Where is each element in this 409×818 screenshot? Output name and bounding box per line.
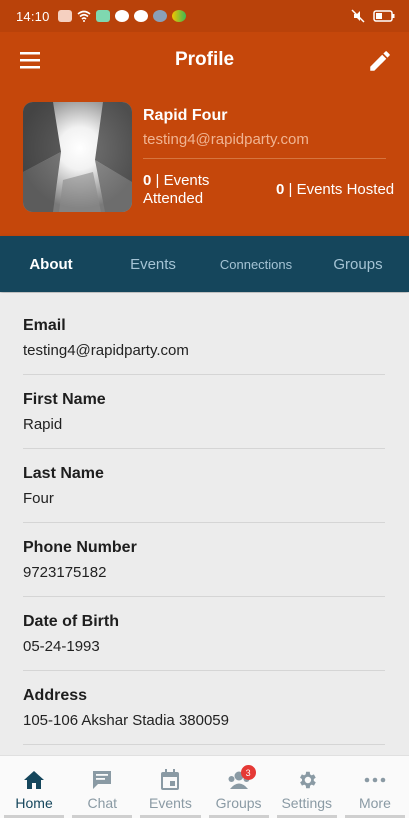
profile-header: Rapid Four testing4@rapidparty.com 0 | E… <box>0 88 409 236</box>
app-notification-icon <box>95 10 110 22</box>
nav-label: Groups <box>215 795 262 811</box>
field-label: First Name <box>23 391 106 408</box>
menu-button[interactable] <box>18 49 44 71</box>
battery-icon <box>373 10 395 22</box>
events-hosted-count: 0 <box>276 181 285 198</box>
events-attended-label: | Events Attended <box>143 172 210 207</box>
nav-chat[interactable]: Chat <box>68 756 136 818</box>
divider <box>23 744 385 745</box>
wifi-icon <box>77 10 91 22</box>
more-icon <box>363 768 387 792</box>
nav-label: Home <box>15 795 53 811</box>
events-hosted-label: | Events Hosted <box>288 181 395 198</box>
profile-name: Rapid Four <box>143 107 228 124</box>
field-value: Rapid <box>23 416 63 433</box>
field-label: Address <box>23 687 88 704</box>
nav-label: Settings <box>281 795 333 811</box>
pencil-icon <box>370 51 390 71</box>
mail-notification-icon <box>57 10 72 22</box>
field-phone-number: Phone Number 9723175182 <box>23 515 385 597</box>
field-date-of-birth: Date of Birth 05-24-1993 <box>23 589 385 671</box>
edit-button[interactable] <box>367 48 393 74</box>
gmail-icon <box>133 10 148 22</box>
nav-groups[interactable]: 3 Groups <box>205 756 273 818</box>
nav-label: More <box>358 795 391 811</box>
field-label: Email <box>23 317 66 334</box>
nav-label: Chat <box>87 795 118 811</box>
profile-email: testing4@rapidparty.com <box>143 131 309 148</box>
avatar[interactable] <box>23 102 132 212</box>
hamburger-icon <box>20 52 40 69</box>
profile-photo <box>23 102 132 212</box>
gear-icon <box>295 768 319 792</box>
field-last-name: Last Name Four <box>23 441 385 523</box>
nav-label: Events <box>149 795 192 811</box>
tab-events[interactable]: Events <box>110 236 196 292</box>
field-value: 05-24-1993 <box>23 638 100 655</box>
field-value: testing4@rapidparty.com <box>23 342 189 359</box>
field-email: Email testing4@rapidparty.com <box>23 293 385 375</box>
nav-settings[interactable]: Settings <box>273 756 341 818</box>
field-label: Phone Number <box>23 539 137 556</box>
photos-icon <box>171 10 186 22</box>
about-details: Email testing4@rapidparty.com First Name… <box>0 293 409 755</box>
field-label: Date of Birth <box>23 613 119 630</box>
nav-events[interactable]: Events <box>136 756 204 818</box>
field-value: 9723175182 <box>23 564 107 581</box>
status-bar: 14:10 <box>0 0 409 32</box>
chat-icon <box>90 768 114 792</box>
tab-connections[interactable]: Connections <box>208 236 304 292</box>
events-attended-stat: 0 | Events Attended <box>143 172 243 208</box>
events-attended-count: 0 <box>143 172 152 189</box>
nav-more[interactable]: More <box>341 756 409 818</box>
field-value: 105-106 Akshar Stadia 380059 <box>23 712 229 729</box>
mute-icon <box>351 9 365 23</box>
gmail-icon <box>114 10 129 22</box>
notification-badge: 3 <box>240 765 256 780</box>
profile-divider <box>143 158 386 159</box>
calendar-icon <box>158 768 182 792</box>
field-value: Four <box>23 490 54 507</box>
nav-home[interactable]: Home <box>0 756 68 818</box>
app-notification-icon <box>152 10 167 22</box>
notification-icons <box>57 10 186 22</box>
field-address: Address 105-106 Akshar Stadia 380059 <box>23 663 385 745</box>
field-label: Last Name <box>23 465 104 482</box>
tab-about[interactable]: About <box>8 236 94 292</box>
tab-groups[interactable]: Groups <box>316 236 400 292</box>
status-time: 14:10 <box>16 8 50 24</box>
bottom-navigation: Home Chat Events 3 Groups Settings More <box>0 755 409 818</box>
events-hosted-stat: 0 | Events Hosted <box>276 181 394 198</box>
app-bar: Profile <box>0 32 409 88</box>
home-icon <box>22 768 46 792</box>
page-title: Profile <box>174 49 235 70</box>
field-first-name: First Name Rapid <box>23 367 385 449</box>
profile-tabs: About Events Connections Groups <box>0 236 409 292</box>
